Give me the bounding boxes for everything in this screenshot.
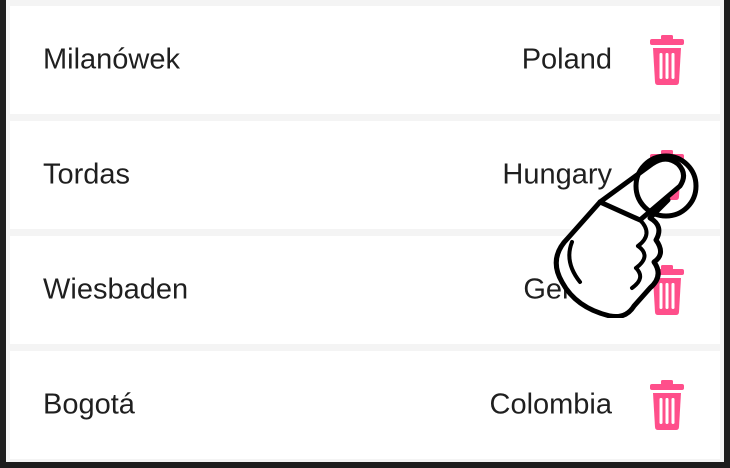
city-name: Bogotá xyxy=(43,388,135,421)
list-item: Milanówek Poland xyxy=(10,6,720,114)
list-item: Bogotá Colombia xyxy=(10,351,720,459)
delete-button[interactable] xyxy=(650,35,684,85)
country-name: Hungary xyxy=(502,158,612,191)
trash-icon xyxy=(650,265,684,315)
country-name: Colombia xyxy=(489,388,613,421)
location-list: Milanówek Poland Tordas Hungary Wiesbade… xyxy=(6,0,724,462)
country-name: Germa xyxy=(523,273,612,306)
trash-icon xyxy=(650,380,684,430)
delete-button[interactable] xyxy=(650,150,684,200)
screen-frame: Milanówek Poland Tordas Hungary Wiesbade… xyxy=(0,0,730,468)
city-name: Wiesbaden xyxy=(43,273,189,306)
list-item: Wiesbaden Germa xyxy=(10,236,720,344)
delete-button[interactable] xyxy=(650,380,684,430)
city-name: Tordas xyxy=(43,158,131,191)
trash-icon xyxy=(650,35,684,85)
trash-icon xyxy=(650,150,684,200)
country-name: Poland xyxy=(521,43,612,76)
delete-button[interactable] xyxy=(650,265,684,315)
list-item: Tordas Hungary xyxy=(10,121,720,229)
city-name: Milanówek xyxy=(43,43,180,76)
